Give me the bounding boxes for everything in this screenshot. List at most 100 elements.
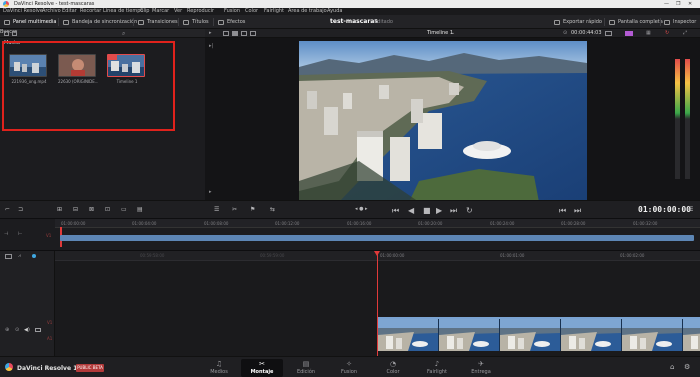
toolbar-divider [133,18,134,26]
page-edit[interactable]: ▤ Edición [285,359,327,377]
page-media[interactable]: ♫ Medios [198,359,240,377]
color-page-icon: ◔ [389,360,397,368]
viewer-mode-icon[interactable] [241,31,247,36]
maximize-button[interactable]: ❐ [676,1,680,7]
quick-export-button[interactable]: Exportar rápido [554,18,602,26]
toolbar-divider [178,18,179,26]
titles-button[interactable]: Títulos [183,18,209,26]
page-color[interactable]: ◔ Color [372,359,414,377]
options-menu-icon[interactable]: ☰ [688,206,693,213]
viewer-mode-icon[interactable] [250,31,256,36]
next-edit-icon[interactable]: ⏭ [574,206,581,216]
viewer-overlay-icon[interactable] [625,31,633,36]
clip-frame-thumbnail [561,319,621,351]
page-fairlight[interactable]: ♪ Fairlight [416,359,458,377]
append-icon[interactable]: ⊟ [73,206,78,213]
menu-editar[interactable]: Editar [62,8,77,14]
expand-icon[interactable]: ⤢ [683,30,687,36]
timeline-name[interactable]: Timeline 1 [427,30,453,36]
menu-color[interactable]: Color [245,8,258,14]
effects-button[interactable]: Efectos [218,18,245,26]
menu-davinci[interactable]: DaVinci Resolve [3,8,43,14]
jog-left-icon[interactable]: ◂ ● ▸ [355,206,368,212]
loop-icon[interactable]: ↻ [665,30,669,36]
cut-icon[interactable]: ✂ [232,206,237,213]
inspector-label: Inspector [673,19,697,25]
auto-select-icon[interactable]: ⊙ [15,327,19,333]
prev-edit-icon[interactable]: ⏮ [559,206,566,216]
viewer-mode-icon[interactable] [232,31,238,36]
menu-clip[interactable]: Clip [140,8,149,14]
menu-fairlight[interactable]: Fairlight [264,8,284,14]
timeline-timecode: 01:00:00:00 [638,205,691,214]
inspector-icon [664,19,670,25]
speed-icon[interactable]: ⇆ [270,206,275,213]
sidebar-toggle-icon[interactable] [4,31,9,36]
inspector-button[interactable]: Inspector [664,18,696,26]
video-clip[interactable] [378,317,700,351]
play-icon[interactable]: ▶ [436,206,442,215]
viewer-side-toggle-icon[interactable]: ▸ [209,30,212,36]
menu-ver[interactable]: Ver [174,8,182,14]
menu-linea-de-tiempo[interactable]: Línea de tiempo [103,8,143,14]
search-icon[interactable]: ⌕ [122,30,125,38]
chevron-down-icon[interactable]: ⌄ [451,30,455,36]
lock-track-icon[interactable]: ⊕ [5,327,9,333]
menu-recortar[interactable]: Recortar [80,8,101,14]
ripple-overwrite-icon[interactable]: ⊠ [89,206,94,213]
track-lock-icon[interactable]: ⊣ [4,231,8,237]
sync-bin-icon [63,19,69,25]
monitor-icon[interactable] [5,254,12,259]
color-bars-icon[interactable]: ▦ [646,30,651,36]
viewer-left-toggle-icon[interactable]: ▸| [209,43,213,49]
ruler-tick: 01:00:12:00 [275,221,300,226]
sync-bin-button[interactable]: Bandeja de sincronización [63,18,137,26]
page-deliver[interactable]: ✈ Entrega [460,359,502,377]
viewer-left-bottom-toggle-icon[interactable]: ▸ [209,189,212,195]
menu-reproducir[interactable]: Reproducir [187,8,214,14]
minimize-button[interactable]: — [664,1,669,7]
ruler-tick: 01:00:02:00 [620,253,645,258]
safe-area-icon[interactable] [605,31,612,36]
trim-tool-icon[interactable]: ⊐ [18,206,23,213]
speaker-icon[interactable]: ◀) [24,327,30,333]
export-icon [554,19,560,25]
playhead-handle[interactable] [374,251,380,256]
overview-ruler[interactable]: 01:00:00:00 01:00:04:00 01:00:08:00 01:0… [55,219,700,228]
transitions-button[interactable]: Transiciones [138,18,178,26]
clip-tools-icon[interactable]: ⌐ [5,206,10,213]
page-cut[interactable]: ✂ Montaje [241,359,283,377]
go-to-start-icon[interactable]: ⏮ [392,206,399,216]
page-fusion[interactable]: ✧ Fusion [328,359,370,377]
timeline-options-icon[interactable]: ☰ [214,206,219,213]
close-up-icon[interactable]: ⊡ [105,206,110,213]
place-on-top-icon[interactable]: ▭ [121,206,127,213]
menu-marcar[interactable]: Marcar [152,8,169,14]
menu-area-de-trabajo[interactable]: Área de trabajo [288,8,327,14]
close-button[interactable]: ✕ [688,1,692,7]
step-back-icon[interactable]: ◀ [408,206,414,215]
menu-ayuda[interactable]: Ayuda [327,8,342,14]
media-pool-button[interactable]: Panel multimedia [4,18,56,26]
flag-icon[interactable]: ⚑ [250,206,255,213]
loop-playback-icon[interactable]: ↻ [466,206,473,215]
playhead[interactable] [377,252,378,356]
track-view-icon[interactable]: ⊢ [18,231,22,237]
settings-gear-icon[interactable]: ⚙ [684,363,690,371]
track-video-toggle-icon[interactable] [35,328,41,332]
list-view-icon[interactable] [12,31,17,36]
color-tag-icon[interactable] [32,254,36,258]
go-to-end-icon[interactable]: ⏭ [450,206,457,216]
smart-insert-icon[interactable]: ⊞ [57,206,62,213]
source-overwrite-icon[interactable]: ▤ [137,206,143,213]
overview-clip[interactable] [60,235,694,241]
menu-archivo[interactable]: Archivo [42,8,61,14]
home-icon[interactable]: ⌂ [670,363,674,371]
fullscreen-button[interactable]: Pantalla completa [609,18,663,26]
sync-bin-label: Bandeja de sincronización [72,19,138,25]
media-pool-icon [4,19,10,25]
viewer-mode-icon[interactable] [223,31,229,36]
audio-icon[interactable]: ⩘ [18,253,21,259]
menu-fusion[interactable]: Fusion [224,8,240,14]
stop-icon[interactable]: ■ [423,206,431,215]
